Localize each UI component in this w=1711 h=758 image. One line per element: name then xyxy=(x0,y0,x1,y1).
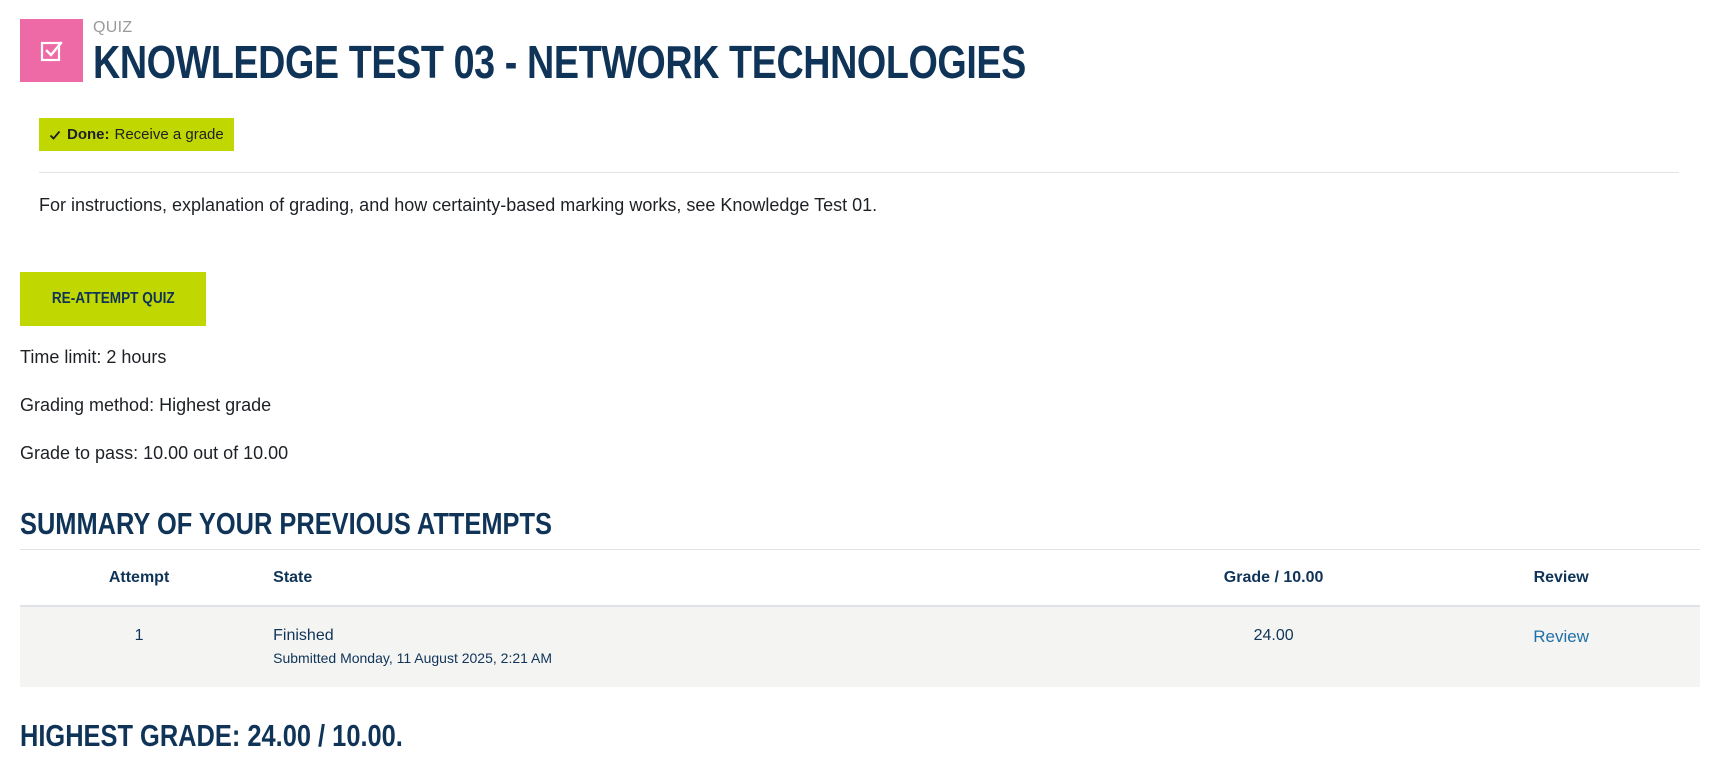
highest-grade-heading: HIGHEST GRADE: 24.00 / 10.00. xyxy=(20,718,403,753)
page-title: KNOWLEDGE TEST 03 - NETWORK TECHNOLOGIES xyxy=(93,36,1026,88)
attempt-state: Finished xyxy=(273,627,334,644)
header-text: QUIZ KNOWLEDGE TEST 03 - NETWORK TECHNOL… xyxy=(93,19,1231,87)
grade-to-pass-info: Grade to pass: 10.00 out of 10.00 xyxy=(20,443,289,463)
attempt-number: 1 xyxy=(134,627,144,644)
column-header-state: State xyxy=(258,549,1125,607)
reattempt-quiz-label: RE-ATTEMPT QUIZ xyxy=(51,290,175,307)
reattempt-quiz-button[interactable]: RE-ATTEMPT QUIZ xyxy=(20,272,206,326)
attempt-state-cell: Finished Submitted Monday, 11 August 202… xyxy=(258,606,1125,687)
column-header-grade: Grade / 10.00 xyxy=(1124,549,1423,607)
divider xyxy=(39,172,1679,173)
checkbox-icon xyxy=(40,40,63,61)
attempt-submitted-date: Submitted Monday, 11 August 2025, 2:21 A… xyxy=(273,650,553,666)
quiz-intro-text: For instructions, explanation of grading… xyxy=(39,195,878,215)
done-label: Done: xyxy=(67,126,110,143)
table-row: 1 Finished Submitted Monday, 11 August 2… xyxy=(20,606,1700,687)
completion-status-badge: Done: Receive a grade xyxy=(39,118,234,151)
review-attempt-link[interactable]: Review xyxy=(1533,627,1589,646)
page-header: QUIZ KNOWLEDGE TEST 03 - NETWORK TECHNOL… xyxy=(20,19,1231,87)
grading-method-info: Grading method: Highest grade xyxy=(20,395,272,415)
quiz-icon xyxy=(20,19,83,82)
checkmark-icon xyxy=(49,129,61,141)
attempts-table: Attempt State Grade / 10.00 Review 1 Fin… xyxy=(20,549,1700,687)
table-header-row: Attempt State Grade / 10.00 Review xyxy=(20,549,1700,607)
attempt-grade: 24.00 xyxy=(1253,627,1294,644)
time-limit-info: Time limit: 2 hours xyxy=(20,347,167,367)
attempt-review-cell: Review xyxy=(1422,606,1700,687)
column-header-attempt: Attempt xyxy=(20,549,259,607)
attempt-grade-cell: 24.00 xyxy=(1124,606,1423,687)
module-type-label: QUIZ xyxy=(93,19,133,36)
attempt-number-cell: 1 xyxy=(20,606,259,687)
column-header-review: Review xyxy=(1422,549,1700,607)
attempts-summary-heading: SUMMARY OF YOUR PREVIOUS ATTEMPTS xyxy=(20,506,552,541)
completion-requirement: Receive a grade xyxy=(114,126,224,143)
